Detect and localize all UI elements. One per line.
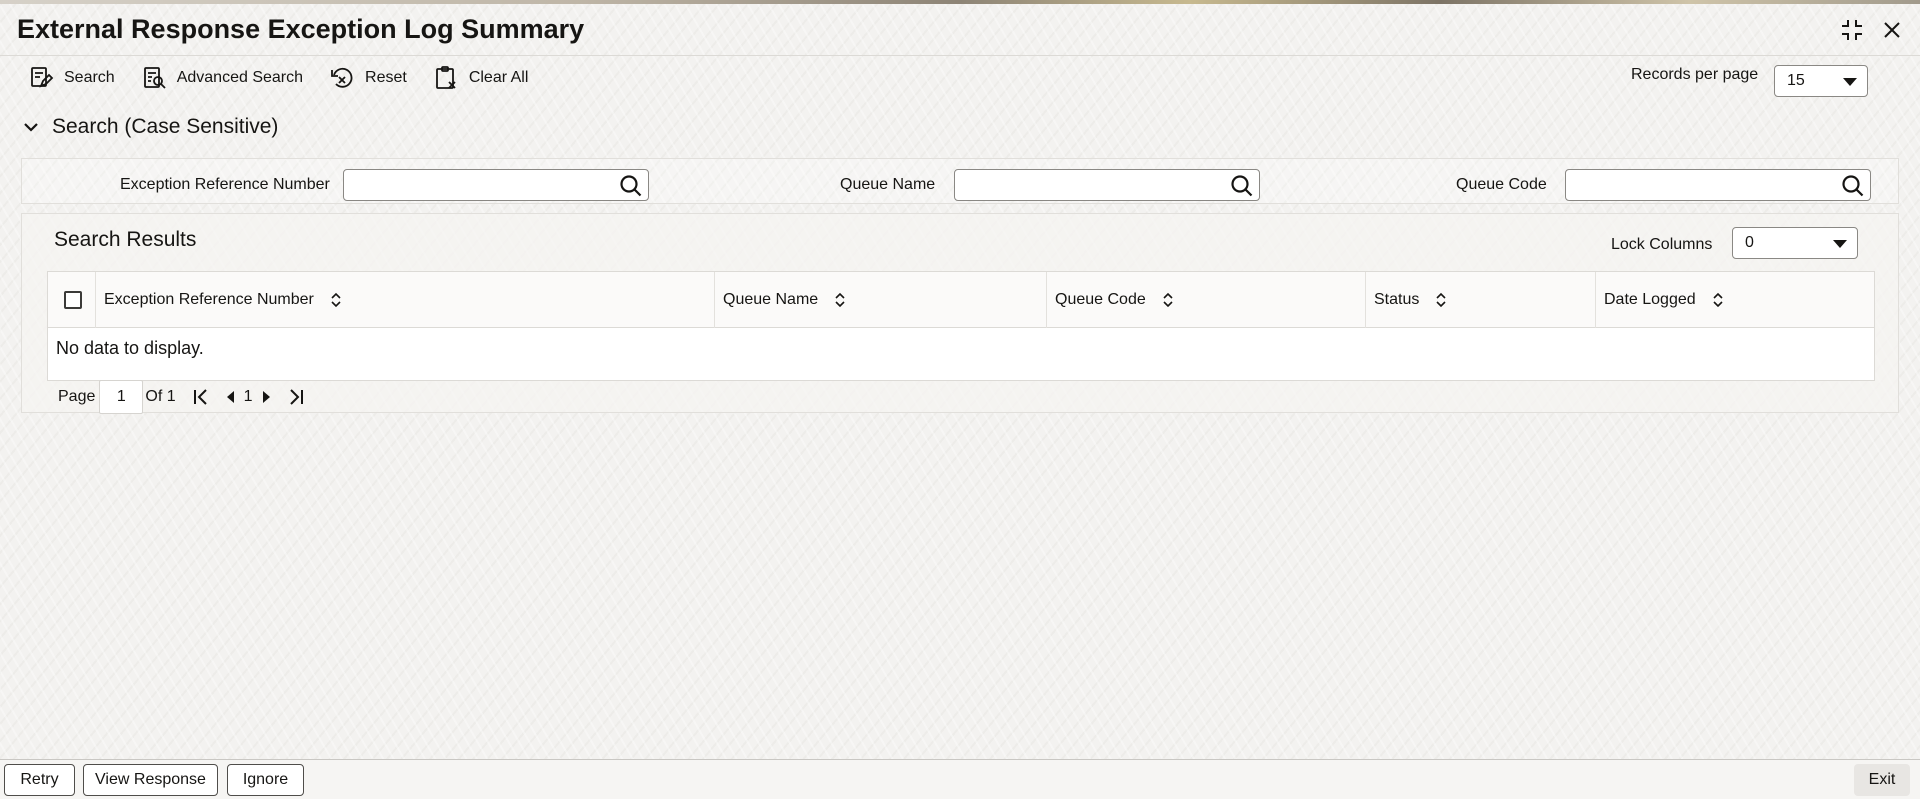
prev-page-icon[interactable] <box>220 386 242 408</box>
search-criteria-panel: Exception Reference Number Queue Name Qu… <box>21 158 1899 204</box>
column-header-status[interactable]: Status <box>1366 272 1596 328</box>
current-page-value: 1 <box>116 388 126 405</box>
column-header-label: Queue Name <box>723 291 819 308</box>
page-label: Page <box>58 388 96 405</box>
column-header-label: Queue Code <box>1055 291 1146 308</box>
column-header-label: Status <box>1374 291 1420 308</box>
sort-icon[interactable] <box>1435 292 1447 308</box>
exception-ref-field <box>343 169 649 201</box>
queue-code-input[interactable] <box>1566 170 1836 200</box>
lock-columns-value: 0 <box>1745 234 1754 251</box>
toolbar: Search Advanced Search Reset Clear All <box>28 62 528 94</box>
next-page-icon[interactable] <box>255 386 277 408</box>
page-title: External Response Exception Log Summary <box>17 14 585 44</box>
column-header-exception-ref[interactable]: Exception Reference Number <box>96 272 715 328</box>
retry-button-label: Retry <box>20 771 59 788</box>
queue-name-field <box>954 169 1260 201</box>
reset-button-label: Reset <box>365 69 407 86</box>
queue-code-label: Queue Code <box>1456 176 1547 193</box>
advanced-search-button[interactable]: Advanced Search <box>141 65 303 91</box>
retry-button[interactable]: Retry <box>4 764 75 796</box>
clear-all-icon <box>435 66 456 89</box>
view-response-button-label: View Response <box>95 771 206 788</box>
column-header-queue-name[interactable]: Queue Name <box>715 272 1047 328</box>
exception-ref-input[interactable] <box>344 170 614 200</box>
results-table: Exception Reference Number Queue Name Qu… <box>47 271 1875 381</box>
view-response-button[interactable]: View Response <box>83 764 218 796</box>
column-header-label: Exception Reference Number <box>104 291 314 308</box>
window-controls <box>1838 16 1906 44</box>
close-icon[interactable] <box>1878 16 1906 44</box>
last-page-icon[interactable] <box>285 386 307 408</box>
records-per-page-select[interactable]: 15 <box>1774 65 1868 97</box>
sort-icon[interactable] <box>1712 292 1724 308</box>
chevron-down-icon <box>1843 78 1857 86</box>
empty-table-message: No data to display. <box>56 338 204 358</box>
exit-button[interactable]: Exit <box>1854 764 1910 796</box>
records-per-page-label: Records per page <box>1631 66 1759 83</box>
exit-button-label: Exit <box>1868 771 1896 788</box>
page-number[interactable]: 1 <box>244 388 253 406</box>
chevron-down-icon <box>24 123 38 132</box>
sort-icon[interactable] <box>330 292 342 308</box>
lock-columns-select[interactable]: 0 <box>1732 227 1858 259</box>
table-header: Exception Reference Number Queue Name Qu… <box>48 272 1874 328</box>
search-section-title: Search (Case Sensitive) <box>52 115 279 138</box>
column-header-date-logged[interactable]: Date Logged <box>1596 272 1874 328</box>
title-bar: External Response Exception Log Summary <box>0 4 1920 56</box>
ignore-button-label: Ignore <box>242 771 289 788</box>
search-section-toggle[interactable]: Search (Case Sensitive) <box>22 115 278 139</box>
clear-all-button[interactable]: Clear All <box>433 65 529 91</box>
records-per-page-value: 15 <box>1787 72 1805 89</box>
page-number-input[interactable]: 1 <box>99 380 144 414</box>
queue-name-input[interactable] <box>955 170 1225 200</box>
ignore-button[interactable]: Ignore <box>227 764 304 796</box>
queue-code-field <box>1565 169 1871 201</box>
advanced-search-icon <box>143 67 166 89</box>
column-header-queue-code[interactable]: Queue Code <box>1047 272 1366 328</box>
pagination: Page 1 Of 1 1 <box>58 380 307 414</box>
search-button[interactable]: Search <box>28 65 115 91</box>
sort-icon[interactable] <box>834 292 846 308</box>
queue-name-label: Queue Name <box>840 176 936 193</box>
search-button-label: Search <box>64 69 115 86</box>
footer-bar: Retry View Response Ignore Exit <box>0 759 1920 799</box>
chevron-down-icon <box>1833 240 1847 248</box>
advanced-search-button-label: Advanced Search <box>176 69 304 86</box>
reset-icon <box>331 67 353 88</box>
column-header-label: Date Logged <box>1604 291 1696 308</box>
clear-all-button-label: Clear All <box>468 69 529 86</box>
search-results-title: Search Results <box>54 228 197 251</box>
search-icon <box>31 67 54 88</box>
magnifier-icon[interactable] <box>1229 173 1255 199</box>
first-page-icon[interactable] <box>190 386 212 408</box>
reset-button[interactable]: Reset <box>329 65 407 91</box>
maximize-icon[interactable] <box>1838 16 1866 44</box>
search-results-panel: Search Results Lock Columns 0 Exception … <box>21 213 1899 414</box>
select-all-header <box>48 272 96 328</box>
select-all-checkbox[interactable] <box>64 291 82 309</box>
exception-ref-label: Exception Reference Number <box>120 176 330 193</box>
page-total-label: Of 1 <box>145 388 176 405</box>
magnifier-icon[interactable] <box>618 173 644 199</box>
sort-icon[interactable] <box>1162 292 1174 308</box>
lock-columns-label: Lock Columns <box>1611 236 1713 253</box>
magnifier-icon[interactable] <box>1840 173 1866 199</box>
